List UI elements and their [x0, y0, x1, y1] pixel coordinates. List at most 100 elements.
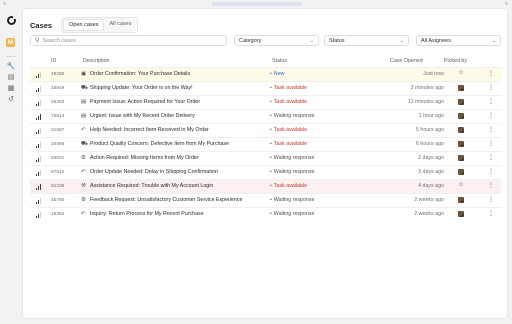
table-row[interactable]: 46283 ▤ Payment Issue: Action Required for… — [30, 95, 501, 109]
header-picked-by[interactable]: Picked by — [444, 58, 467, 64]
grid-icon[interactable]: ▦ — [7, 84, 15, 92]
more-options-icon[interactable]: ⋮ — [488, 126, 494, 133]
inbox-icon[interactable]: ▤ — [7, 73, 15, 81]
header-case-opened[interactable]: Case Opened — [390, 58, 423, 64]
case-opened-time: 2 days ago — [418, 155, 444, 161]
priority-bars-icon — [36, 212, 42, 218]
priority-bars-icon — [36, 114, 42, 120]
app-logo[interactable] — [7, 15, 17, 25]
case-opened-time: 1 hour ago — [418, 113, 444, 119]
chevron-down-icon: ⌄ — [491, 37, 496, 44]
case-id: 97542 — [51, 170, 65, 175]
header-description[interactable]: Description — [83, 58, 110, 64]
address-bar[interactable] — [212, 2, 302, 6]
status-text: Task available — [273, 85, 308, 91]
search-input[interactable] — [42, 37, 213, 44]
avatar[interactable] — [458, 127, 464, 133]
case-description[interactable]: Payment Issue: Action Required for Your … — [90, 99, 200, 105]
more-options-icon[interactable]: ⋮ — [488, 84, 494, 91]
status-select[interactable]: Status ⌄ — [324, 35, 409, 46]
more-options-icon[interactable]: ⋮ — [488, 70, 494, 77]
status-badge: • Waiting response — [270, 211, 315, 217]
status-badge: • Waiting response — [270, 155, 315, 161]
status-badge: • Task available — [270, 127, 307, 133]
status-badge: • Waiting response — [270, 113, 315, 119]
priority-bars-icon — [36, 198, 42, 204]
tab-all-cases[interactable]: All cases — [104, 19, 136, 31]
case-opened-time: 2 weeks ago — [414, 211, 444, 217]
table-row[interactable]: 97542 ↶ Order Update Needed: Delay in Ship… — [30, 165, 501, 179]
table-row[interactable]: 18364 ↶ Inquiry: Return Process for My Rec… — [30, 207, 501, 221]
more-options-icon[interactable]: ⋮ — [488, 182, 494, 189]
avatar[interactable] — [458, 141, 464, 147]
table-row[interactable]: 18549 ⛟ Shipping Update: Your Order is on … — [30, 81, 501, 95]
case-id: 46283 — [51, 100, 65, 105]
status-text: Waiting response — [273, 113, 315, 119]
case-id: 75814 — [51, 114, 65, 119]
category-select-value: Category — [239, 37, 262, 44]
status-dot-icon: • — [270, 183, 272, 189]
avatar[interactable] — [458, 113, 464, 119]
case-description[interactable]: Help Needed: Incorrect Item Received in … — [90, 127, 209, 133]
case-id: 18364 — [51, 212, 65, 217]
table-row[interactable]: 63831 ⚙ Action Required: Missing Items fro… — [30, 151, 501, 165]
table-row[interactable]: 81239 ⚒ Assistance Required: Trouble with … — [30, 179, 501, 193]
more-options-icon[interactable]: ⋮ — [488, 112, 494, 119]
table-row[interactable]: 45780 ⚙ Feedback Request: Unsatisfactory C… — [30, 193, 501, 207]
status-text: Waiting response — [273, 169, 315, 175]
status-text: Task available — [273, 127, 308, 133]
avatar[interactable] — [458, 169, 464, 175]
history-icon[interactable]: ↺ — [7, 95, 15, 103]
avatar[interactable] — [458, 211, 464, 217]
case-description[interactable]: Assistance Required: Trouble with My Acc… — [90, 183, 213, 189]
status-badge: • Waiting response — [270, 169, 315, 175]
user-icon[interactable]: ☺ — [458, 70, 464, 76]
avatar[interactable] — [458, 99, 464, 105]
table-row[interactable]: 20495 ⛟ Product Quality Concern: Defective… — [30, 137, 501, 151]
avatar[interactable] — [458, 197, 464, 203]
more-options-icon[interactable]: ⋮ — [488, 196, 494, 203]
status-text: Task available — [273, 141, 308, 147]
status-badge: • Task available — [270, 85, 307, 91]
case-description[interactable]: Product Quality Concern: Defective Item … — [90, 141, 229, 147]
reply-icon: ↶ — [81, 169, 86, 175]
more-options-icon[interactable]: ⋮ — [488, 154, 494, 161]
table-row[interactable]: 48285 ▣ Order Confirmation: Your Purchase … — [30, 67, 501, 81]
header-id[interactable]: ID — [51, 58, 56, 64]
more-options-icon[interactable]: ⋮ — [488, 140, 494, 147]
table-row[interactable]: 31687 ↶ Help Needed: Incorrect Item Receiv… — [30, 123, 501, 137]
case-description[interactable]: Inquiry: Return Process for My Recent Pu… — [90, 211, 204, 217]
case-description[interactable]: Feedback Request: Unsatisfactory Custome… — [90, 197, 243, 203]
settings-icon: ⚙ — [81, 197, 86, 203]
user-icon[interactable]: ☺ — [458, 182, 464, 188]
document-icon: ▤ — [81, 99, 87, 105]
case-description[interactable]: Urgent: Issue with My Recent Order Deliv… — [90, 113, 195, 119]
tab-open-cases[interactable]: Open cases — [63, 19, 105, 31]
case-description[interactable]: Shipping Update: Your Order is on the Wa… — [90, 85, 193, 91]
case-description[interactable]: Action Required: Missing Items from My O… — [90, 155, 199, 161]
more-options-icon[interactable]: ⋮ — [488, 210, 494, 217]
status-badge: • Task available — [270, 183, 307, 189]
case-description[interactable]: Order Confirmation: Your Purchase Detail… — [90, 71, 190, 77]
search-box[interactable]: ⚲ — [30, 35, 227, 46]
status-text: Task available — [273, 99, 308, 105]
case-opened-time: Just now — [423, 71, 444, 77]
status-text: New — [273, 71, 285, 77]
case-id: 81239 — [51, 184, 65, 189]
case-description[interactable]: Order Update Needed: Delay in Shipping C… — [90, 169, 218, 175]
more-options-icon[interactable]: ⋮ — [488, 98, 494, 105]
reply-icon: ↶ — [81, 127, 86, 133]
chevron-down-icon: ⌄ — [399, 37, 404, 44]
avatar[interactable] — [458, 85, 464, 91]
assignee-select[interactable]: All Asignees ⌄ — [416, 35, 501, 46]
active-workspace-badge[interactable]: M — [6, 38, 15, 47]
more-options-icon[interactable]: ⋮ — [488, 168, 494, 175]
header-status[interactable]: Status — [272, 58, 287, 64]
wrench-icon[interactable]: 🔧 — [7, 62, 16, 70]
category-select[interactable]: Category ⌄ — [234, 35, 319, 46]
avatar[interactable] — [458, 155, 464, 161]
status-dot-icon: • — [270, 99, 272, 105]
table-row[interactable]: 75814 ▤ Urgent: Issue with My Recent Order… — [30, 109, 501, 123]
priority-bars-icon — [36, 184, 42, 190]
status-badge: • Task available — [270, 141, 307, 147]
